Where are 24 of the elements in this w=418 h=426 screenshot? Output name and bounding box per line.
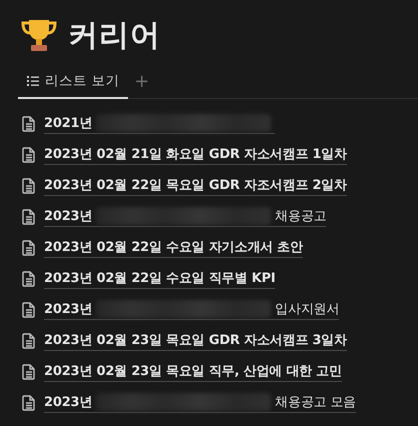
document-icon [22, 394, 36, 410]
document-icon [22, 240, 36, 256]
document-icon [22, 208, 36, 224]
document-icon [22, 332, 36, 348]
page-link[interactable]: 2023년 02월 21일 화요일 GDR 자소서캠프 1일차 [44, 144, 347, 164]
document-icon [22, 270, 36, 286]
view-tab[interactable]: 리스트 보기 [18, 64, 128, 99]
document-icon [22, 116, 36, 132]
page-link[interactable]: 2021년 [44, 114, 276, 134]
document-icon [22, 178, 36, 194]
page-link[interactable]: 2023년 채용공고 [44, 206, 326, 226]
page-link[interactable]: 2023년 02월 23일 목요일 GDR 자소서캠프 3일차 [44, 330, 347, 350]
list-icon [27, 76, 39, 86]
document-icon [22, 302, 36, 318]
document-icon [22, 146, 36, 162]
page-link[interactable]: 2023년 02월 22일 수요일 자기소개서 초안 [44, 238, 303, 258]
page-link[interactable]: 2023년 02월 23일 목요일 직무, 산업에 대한 고민 [44, 362, 342, 382]
page-link[interactable]: 2023년 02월 22일 목요일 GDR 자조서캠프 2일차 [44, 176, 347, 196]
add-view-button[interactable]: + [128, 64, 156, 98]
page-link[interactable]: 2023년 채용공고 모음 [44, 392, 356, 412]
document-icon [22, 364, 36, 380]
page-link[interactable]: 2023년 02월 22일 수요일 직무별 KPI [44, 268, 276, 288]
page-title: 커리어 [68, 16, 161, 54]
page-link[interactable]: 2023년 입사지원서 [44, 300, 340, 320]
